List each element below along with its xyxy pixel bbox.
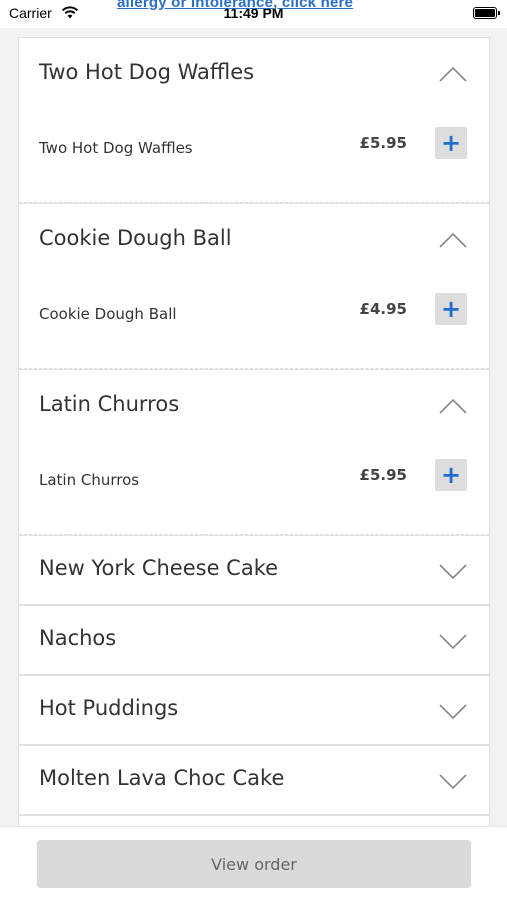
menu-category-list: Two Hot Dog Waffles Two Hot Dog Waffles … <box>18 37 490 885</box>
category-title[interactable]: Cookie Dough Ball <box>39 226 232 250</box>
category-hot-puddings[interactable]: Hot Puddings <box>18 675 490 745</box>
view-order-button[interactable]: View order <box>37 840 471 888</box>
chevron-up-icon[interactable] <box>439 66 467 82</box>
battery-icon <box>473 7 500 19</box>
chevron-up-icon[interactable] <box>439 398 467 414</box>
footer-bar: View order <box>0 826 507 901</box>
category-cookie-dough-ball: Cookie Dough Ball Cookie Dough Ball £4.9… <box>18 203 490 369</box>
category-title[interactable]: Molten Lava Choc Cake <box>39 766 284 790</box>
add-item-button[interactable]: + <box>435 459 467 491</box>
chevron-down-icon[interactable] <box>439 564 467 580</box>
item-price: £4.95 <box>359 300 407 318</box>
chevron-down-icon[interactable] <box>439 634 467 650</box>
chevron-up-icon[interactable] <box>439 232 467 248</box>
category-title[interactable]: Latin Churros <box>39 392 179 416</box>
item-price: £5.95 <box>359 466 407 484</box>
add-item-button[interactable]: + <box>435 127 467 159</box>
add-item-button[interactable]: + <box>435 293 467 325</box>
plus-icon: + <box>440 129 462 157</box>
plus-icon: + <box>440 461 462 489</box>
item-price: £5.95 <box>359 134 407 152</box>
category-molten-lava-choc-cake[interactable]: Molten Lava Choc Cake <box>18 745 490 815</box>
allergy-info-link[interactable]: allergy or intolerance, click here <box>117 0 353 11</box>
category-nachos[interactable]: Nachos <box>18 605 490 675</box>
item-name: Latin Churros <box>39 471 140 489</box>
category-title[interactable]: Hot Puddings <box>39 696 178 720</box>
chevron-down-icon[interactable] <box>439 774 467 790</box>
plus-icon: + <box>440 295 462 323</box>
chevron-down-icon[interactable] <box>439 704 467 720</box>
category-new-york-cheese-cake[interactable]: New York Cheese Cake <box>18 535 490 605</box>
item-name: Two Hot Dog Waffles <box>39 139 193 157</box>
category-two-hot-dog-waffles: Two Hot Dog Waffles Two Hot Dog Waffles … <box>18 37 490 203</box>
category-title[interactable]: New York Cheese Cake <box>39 556 278 580</box>
category-latin-churros: Latin Churros Latin Churros £5.95 + <box>18 369 490 535</box>
category-title[interactable]: Nachos <box>39 626 116 650</box>
item-name: Cookie Dough Ball <box>39 305 177 323</box>
category-title[interactable]: Two Hot Dog Waffles <box>39 60 254 84</box>
